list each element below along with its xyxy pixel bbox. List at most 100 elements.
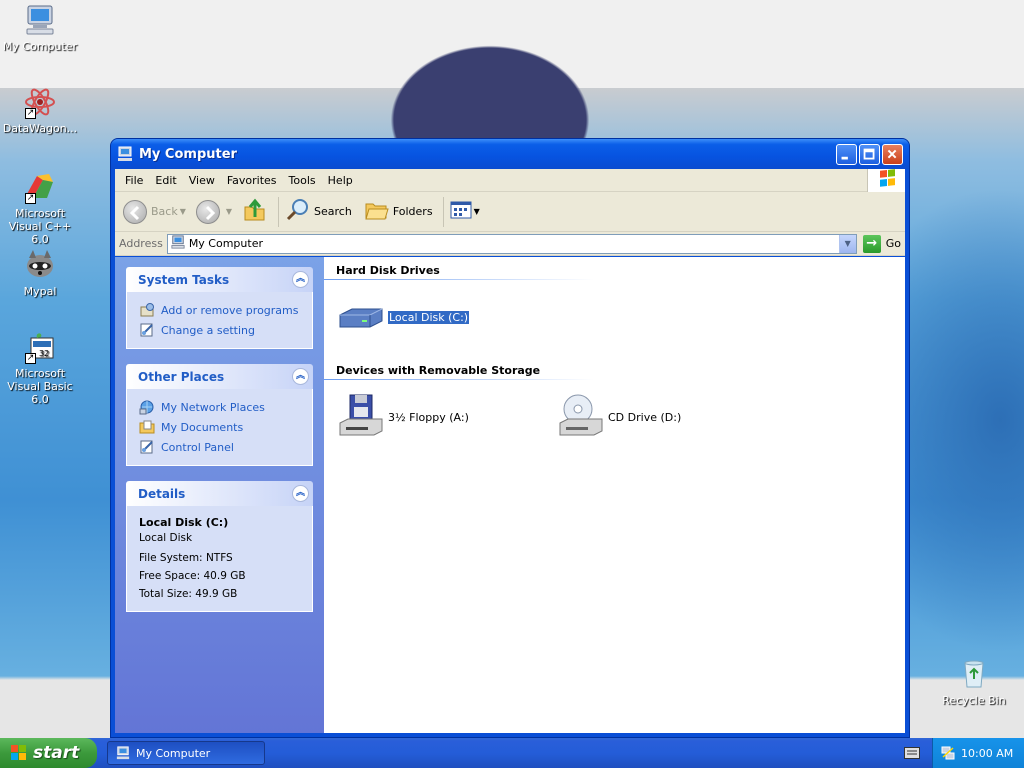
network-tray-icon[interactable] bbox=[941, 746, 955, 760]
clock[interactable]: 10:00 AM bbox=[961, 747, 1013, 760]
computer-icon bbox=[171, 235, 185, 252]
menu-favorites[interactable]: Favorites bbox=[221, 172, 283, 189]
up-folder-button[interactable] bbox=[242, 197, 268, 226]
other-places-header[interactable]: Other Places ︽ bbox=[126, 364, 313, 389]
menu-edit[interactable]: Edit bbox=[149, 172, 182, 189]
title-bar[interactable]: My Computer bbox=[111, 139, 909, 169]
keyboard-icon[interactable] bbox=[904, 747, 920, 759]
start-button[interactable]: start bbox=[0, 738, 97, 768]
window-content: System Tasks ︽ Add or remove programs Ch… bbox=[115, 257, 905, 733]
start-label: start bbox=[33, 743, 80, 763]
taskbar-item-my-computer[interactable]: My Computer bbox=[107, 741, 265, 765]
desktop-icon-label: Microsoft Visual C++ 6.0 bbox=[8, 207, 72, 246]
details-body: Local Disk (C:) Local Disk File System: … bbox=[126, 506, 313, 612]
place-my-network-places[interactable]: My Network Places bbox=[139, 397, 300, 417]
drive-cd-d[interactable]: CD Drive (D:) bbox=[556, 392, 776, 442]
desktop-icon-label: DataWagon... bbox=[2, 122, 78, 135]
collapse-icon[interactable]: ︽ bbox=[292, 485, 309, 502]
details-item-type: Local Disk bbox=[139, 532, 193, 544]
hard-disk-items: Local Disk (C:) bbox=[336, 292, 893, 342]
panel-title: System Tasks bbox=[138, 272, 230, 287]
views-button[interactable]: ▼ bbox=[450, 200, 486, 223]
maximize-icon bbox=[863, 148, 875, 159]
taskbar: start My Computer 10:00 AM bbox=[0, 738, 1024, 768]
chevron-down-icon[interactable]: ▼ bbox=[226, 207, 232, 216]
collapse-icon[interactable]: ︽ bbox=[292, 368, 309, 385]
place-label: Control Panel bbox=[161, 440, 234, 454]
desktop-icon-visual-cpp[interactable]: ↗ Microsoft Visual C++ 6.0 bbox=[0, 170, 80, 246]
back-arrow-icon bbox=[123, 199, 147, 224]
menu-tools[interactable]: Tools bbox=[283, 172, 322, 189]
recycle-bin-icon bbox=[957, 657, 991, 691]
go-button[interactable]: → Go bbox=[862, 234, 901, 253]
visual-cpp-icon: ↗ bbox=[23, 170, 57, 204]
address-input[interactable]: My Computer ▼ bbox=[166, 233, 857, 254]
toolbar: Back ▼ ▼ Search Folders ▼ bbox=[115, 192, 905, 232]
toolbar-separator bbox=[278, 196, 280, 227]
desktop-icon-my-computer[interactable]: My Computer bbox=[0, 3, 80, 53]
system-tray: 10:00 AM bbox=[932, 738, 1024, 768]
details-header[interactable]: Details ︽ bbox=[126, 481, 313, 506]
desktop-icon-recycle-bin[interactable]: Recycle Bin bbox=[934, 657, 1014, 707]
folders-label: Folders bbox=[392, 205, 433, 218]
window-title: My Computer bbox=[139, 146, 237, 162]
search-label: Search bbox=[314, 205, 352, 218]
address-bar: Address My Computer ▼ → Go bbox=[115, 232, 905, 256]
maximize-button[interactable] bbox=[859, 143, 880, 165]
minimize-button[interactable] bbox=[836, 143, 857, 165]
hard-disk-icon bbox=[336, 293, 384, 341]
place-control-panel[interactable]: Control Panel bbox=[139, 437, 300, 457]
close-icon bbox=[887, 149, 897, 158]
drive-floppy-a[interactable]: 3½ Floppy (A:) bbox=[336, 392, 556, 442]
shortcut-arrow-icon: ↗ bbox=[25, 108, 36, 119]
system-tasks-panel: System Tasks ︽ Add or remove programs Ch… bbox=[126, 267, 313, 349]
taskbar-item-label: My Computer bbox=[136, 746, 211, 760]
drive-label: Local Disk (C:) bbox=[386, 309, 471, 325]
desktop-icon-visual-basic[interactable]: 32 ↗ Microsoft Visual Basic 6.0 bbox=[0, 330, 80, 406]
removable-items: 3½ Floppy (A:) CD Drive (D:) bbox=[336, 392, 893, 442]
network-places-icon bbox=[139, 399, 155, 415]
computer-icon bbox=[117, 146, 133, 162]
go-arrow-icon: → bbox=[862, 234, 881, 253]
desktop-icon-label: Mypal bbox=[23, 285, 57, 298]
desktop-icon-mypal[interactable]: Mypal bbox=[0, 248, 80, 298]
address-label: Address bbox=[119, 237, 163, 250]
search-button[interactable]: Search bbox=[285, 197, 352, 226]
place-my-documents[interactable]: My Documents bbox=[139, 417, 300, 437]
back-button[interactable]: Back ▼ bbox=[123, 199, 192, 224]
go-label: Go bbox=[885, 237, 901, 250]
menu-file[interactable]: File bbox=[119, 172, 149, 189]
control-panel-icon bbox=[139, 322, 155, 338]
views-icon bbox=[450, 200, 474, 223]
system-tasks-header[interactable]: System Tasks ︽ bbox=[126, 267, 313, 292]
folder-icon bbox=[364, 197, 390, 226]
control-panel-icon bbox=[139, 439, 155, 455]
desktop-icon-datawagon[interactable]: ↗ DataWagon... bbox=[0, 85, 80, 135]
task-add-remove-programs[interactable]: Add or remove programs bbox=[139, 300, 300, 320]
computer-icon bbox=[23, 3, 57, 37]
details-free-space: Free Space: 40.9 GB bbox=[139, 570, 246, 582]
close-button[interactable] bbox=[882, 143, 903, 165]
forward-button[interactable]: ▼ bbox=[195, 199, 238, 224]
chevron-down-icon[interactable]: ▼ bbox=[838, 234, 856, 253]
windows-logo-icon bbox=[867, 169, 905, 192]
raccoon-icon bbox=[23, 248, 57, 282]
task-label: Add or remove programs bbox=[161, 303, 299, 317]
folders-button[interactable]: Folders bbox=[364, 197, 433, 226]
task-change-setting[interactable]: Change a setting bbox=[139, 320, 300, 340]
shortcut-arrow-icon: ↗ bbox=[25, 193, 36, 204]
place-label: My Network Places bbox=[161, 400, 265, 414]
menu-help[interactable]: Help bbox=[322, 172, 359, 189]
up-folder-icon bbox=[242, 197, 268, 226]
task-pane: System Tasks ︽ Add or remove programs Ch… bbox=[115, 257, 324, 733]
menu-view[interactable]: View bbox=[183, 172, 221, 189]
panel-title: Other Places bbox=[138, 369, 225, 384]
minimize-icon bbox=[841, 156, 848, 159]
collapse-icon[interactable]: ︽ bbox=[292, 271, 309, 288]
file-view: Hard Disk Drives Local Disk (C:) Devices… bbox=[324, 257, 905, 733]
group-divider bbox=[324, 379, 594, 380]
chevron-down-icon[interactable]: ▼ bbox=[180, 207, 186, 216]
drive-label: 3½ Floppy (A:) bbox=[388, 410, 469, 424]
drive-local-disk-c[interactable]: Local Disk (C:) bbox=[336, 292, 556, 342]
search-icon bbox=[285, 197, 311, 226]
